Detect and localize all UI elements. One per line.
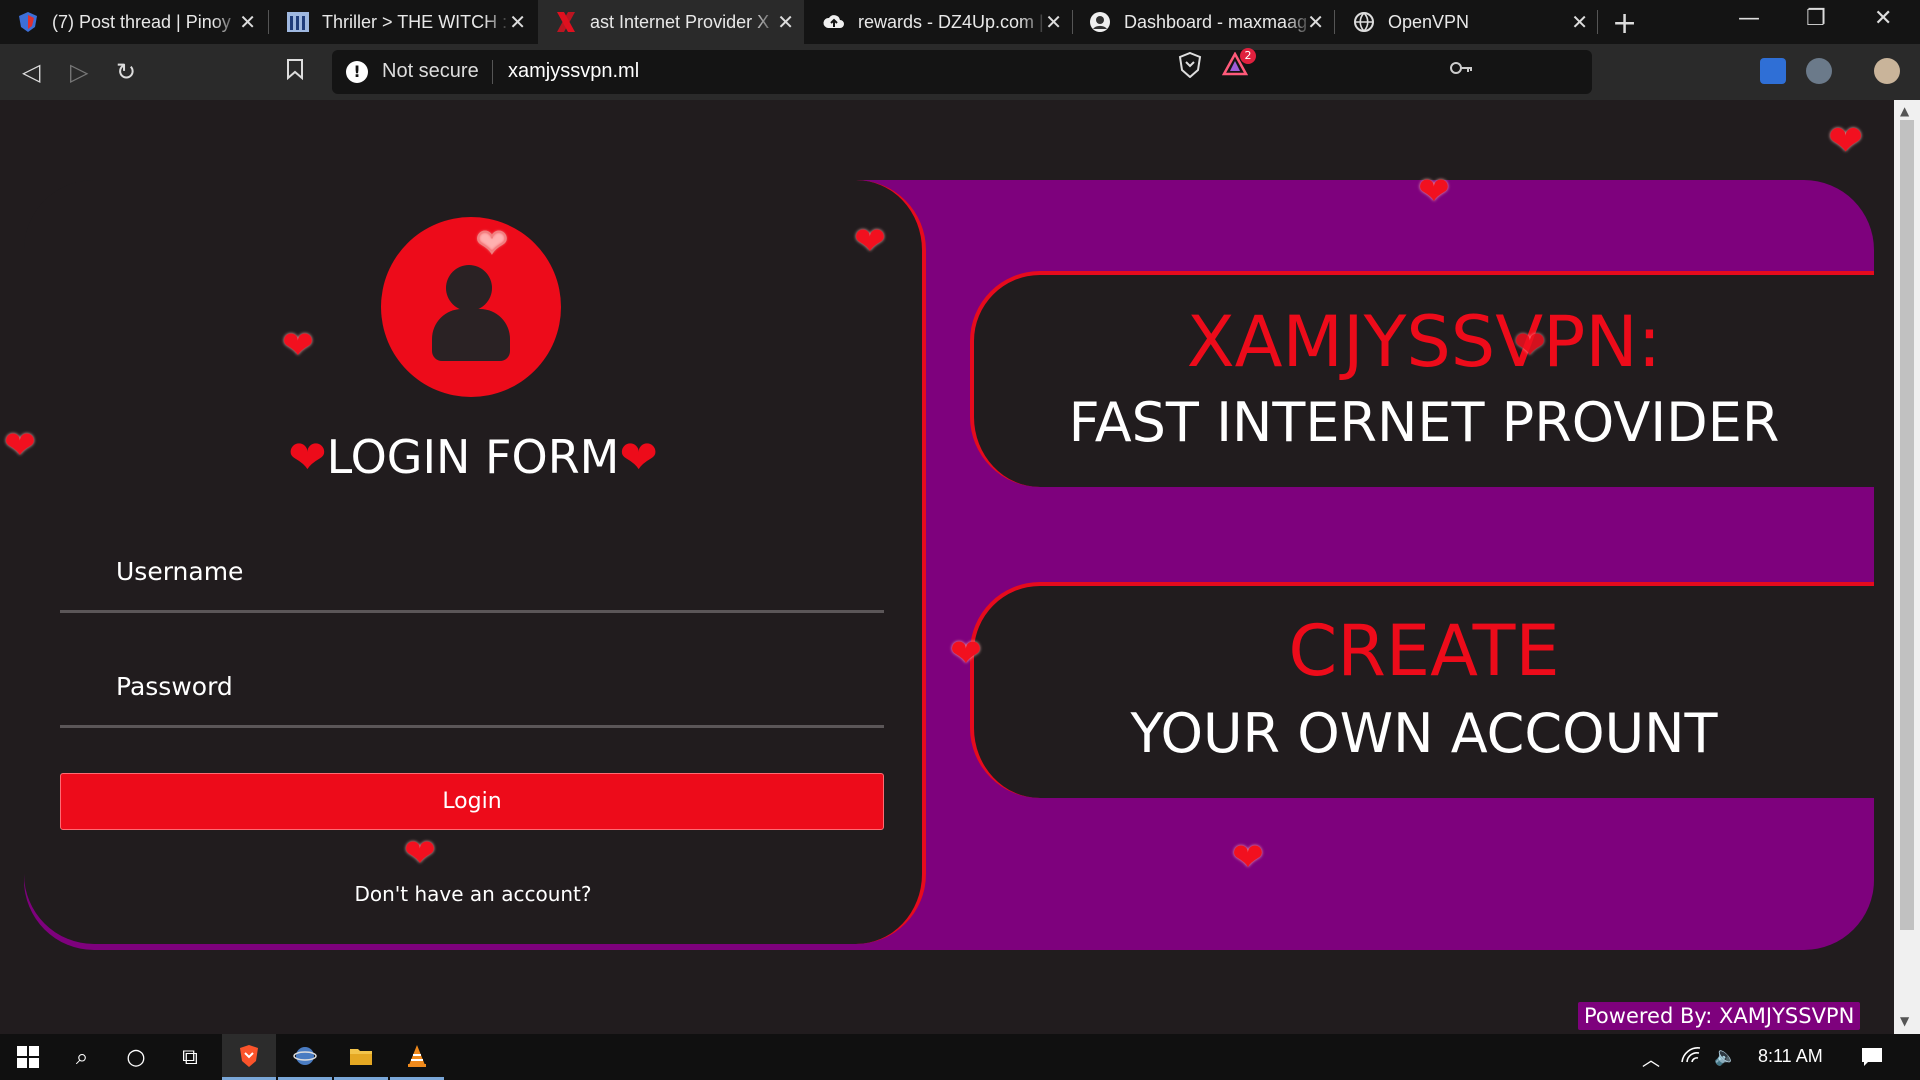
tab-divider <box>1334 10 1335 34</box>
scroll-up-icon[interactable]: ▲ <box>1900 104 1909 118</box>
avatar-body <box>432 309 510 361</box>
info-warning-icon[interactable]: ! <box>346 61 368 83</box>
restore-icon[interactable]: ❐ <box>1806 6 1826 31</box>
brand-tagline: FAST INTERNET PROVIDER <box>1068 391 1780 454</box>
tab-strip: (7) Post thread | Pinoy ✕ Thriller > THE… <box>0 0 1920 44</box>
create-subtitle[interactable]: YOUR OWN ACCOUNT <box>974 702 1874 765</box>
translate-extension-icon[interactable] <box>1760 58 1786 84</box>
tab-xamjyssvpn[interactable]: ast Internet Provider X ✕ <box>538 0 804 44</box>
heart-icon: ❤ <box>404 831 436 875</box>
heart-icon: ❤ <box>1514 323 1546 367</box>
signup-link[interactable]: Don't have an account? <box>0 882 946 906</box>
tab-divider <box>1597 10 1598 34</box>
minimize-icon[interactable]: — <box>1738 6 1760 31</box>
brave-shield-icon[interactable] <box>1178 51 1202 84</box>
clock[interactable]: 8:11 AM <box>1758 1046 1823 1067</box>
tab-close-icon[interactable]: ✕ <box>1307 10 1324 35</box>
heart-icon: ❤ <box>950 631 982 675</box>
brave-browser-taskbar-icon[interactable] <box>222 1034 276 1080</box>
x-logo-favicon-icon <box>554 10 578 34</box>
windows-taskbar: ⌕ ○ ⧉ ︿ 🔈 8:11 AM <box>0 1034 1920 1080</box>
windows-start-icon[interactable] <box>0 1034 56 1080</box>
tab-close-icon[interactable]: ✕ <box>239 10 256 35</box>
tab-close-icon[interactable]: ✕ <box>1045 10 1062 35</box>
notifications-icon[interactable] <box>1860 1046 1884 1073</box>
heart-icon: ❤ <box>1418 169 1450 213</box>
tab-divider <box>268 10 269 34</box>
brand-box: XAMJYSSVPN: FAST INTERNET PROVIDER <box>970 271 1874 487</box>
cloud-upload-favicon-icon <box>822 10 846 34</box>
heart-icon: ❤ <box>4 423 36 467</box>
task-view-icon[interactable]: ⧉ <box>162 1034 218 1080</box>
scroll-down-icon[interactable]: ▼ <box>1900 1014 1909 1028</box>
heart-icon: ❤ <box>288 430 327 484</box>
heart-icon: ❤ <box>282 323 314 367</box>
network-app-taskbar-icon[interactable] <box>278 1034 332 1080</box>
heart-icon: ❤ <box>619 430 658 484</box>
security-label[interactable]: Not secure <box>382 60 479 83</box>
address-divider <box>492 60 493 84</box>
page-scrollbar[interactable]: ▲ ▼ <box>1894 100 1920 1034</box>
file-explorer-icon[interactable] <box>334 1034 388 1080</box>
profile-avatar[interactable] <box>1874 58 1900 84</box>
url-text[interactable]: xamjyssvpn.ml <box>508 60 639 83</box>
password-underline <box>60 725 884 728</box>
bookmark-icon[interactable] <box>286 58 304 86</box>
password-field[interactable]: Password <box>116 672 233 701</box>
tab-rewards[interactable]: rewards - DZ4Up.com | ✕ <box>806 0 1072 44</box>
cortana-icon[interactable]: ○ <box>108 1034 164 1080</box>
username-field[interactable]: Username <box>116 557 243 586</box>
heart-icon: ❤ <box>1232 835 1264 879</box>
tab-dashboard[interactable]: Dashboard - maxmaag ✕ <box>1072 0 1334 44</box>
tab-close-icon[interactable]: ✕ <box>1571 10 1588 35</box>
tab-close-icon[interactable]: ✕ <box>509 10 526 35</box>
tab-pinoy[interactable]: (7) Post thread | Pinoy ✕ <box>0 0 266 44</box>
close-window-icon[interactable]: ✕ <box>1874 6 1892 31</box>
new-tab-button[interactable]: + <box>1612 6 1637 41</box>
reload-icon[interactable]: ↻ <box>116 58 136 86</box>
rewards-badge: 2 <box>1240 48 1256 64</box>
volume-icon[interactable]: 🔈 <box>1714 1046 1736 1067</box>
user-avatar-icon <box>381 217 561 397</box>
create-account-box[interactable]: CREATE YOUR OWN ACCOUNT <box>970 582 1874 798</box>
powered-by-badge: Powered By: XAMJYSSVPN <box>1578 1002 1861 1030</box>
login-button[interactable]: Login <box>60 773 884 830</box>
key-icon[interactable] <box>1450 58 1474 84</box>
scroll-thumb[interactable] <box>1900 120 1914 930</box>
heart-outline-icon: ❤ <box>475 221 509 265</box>
building-favicon-icon <box>286 10 310 34</box>
avatar-head <box>446 265 492 311</box>
username-underline <box>60 610 884 613</box>
search-icon[interactable]: ⌕ <box>54 1034 110 1080</box>
avatar-favicon-icon <box>1088 10 1112 34</box>
heart-icon: ❤ <box>854 219 886 263</box>
create-title[interactable]: CREATE <box>974 610 1874 692</box>
tray-chevron-icon[interactable]: ︿ <box>1642 1046 1660 1072</box>
back-icon[interactable]: ◁ <box>22 58 40 86</box>
forward-icon[interactable]: ▷ <box>70 58 88 86</box>
extension-icon[interactable] <box>1806 58 1832 84</box>
wifi-icon[interactable] <box>1680 1046 1702 1069</box>
address-bar[interactable]: ! Not secure xamjyssvpn.ml <box>332 50 1592 94</box>
brand-title: XAMJYSSVPN: <box>1186 301 1662 383</box>
login-card: ❤LOGIN FORM❤ Username Password Login Don… <box>24 180 926 944</box>
page-content: ❤LOGIN FORM❤ Username Password Login Don… <box>0 100 1894 1034</box>
shield-favicon-icon <box>16 10 40 34</box>
vlc-player-icon[interactable] <box>390 1034 444 1080</box>
browser-toolbar: ◁ ▷ ↻ ! Not secure xamjyssvpn.ml 2 <box>0 44 1920 100</box>
tab-openvpn[interactable]: OpenVPN ✕ <box>1336 0 1598 44</box>
tab-thriller[interactable]: Thriller > THE WITCH : ✕ <box>270 0 536 44</box>
heart-icon: ❤ <box>1828 116 1864 165</box>
tab-close-icon[interactable]: ✕ <box>777 10 794 35</box>
login-form-title: ❤LOGIN FORM❤ <box>288 430 658 484</box>
globe-favicon-icon <box>1352 10 1376 34</box>
